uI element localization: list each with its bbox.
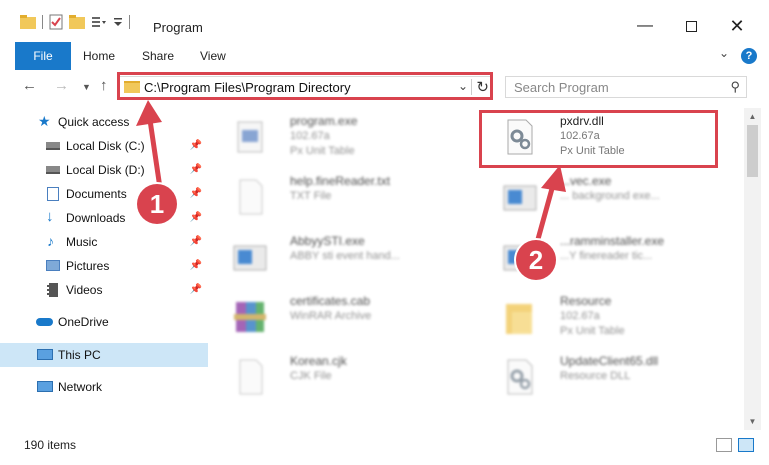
step-1-callout: 1 [137,184,177,224]
explorer-window: Program — ✕ File Home Share View ⌄ ? ← →… [0,0,769,465]
arrow-two-head [541,165,566,192]
step-2-callout: 2 [516,240,556,280]
arrow-one-head [136,100,162,126]
arrow-one-line [147,119,163,189]
status-bar: 190 items [0,430,769,465]
item-count: 190 items [24,438,77,452]
annotation-arrows [136,100,566,251]
tiles-view-icon[interactable] [738,438,754,452]
details-view-icon[interactable] [716,438,732,452]
